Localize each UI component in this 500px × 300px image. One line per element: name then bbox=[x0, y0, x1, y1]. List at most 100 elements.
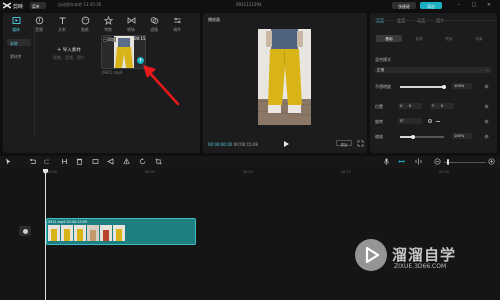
shortcut-button[interactable]: 快捷键 bbox=[392, 2, 416, 9]
x-label: X bbox=[400, 104, 403, 109]
position-x-input[interactable]: X 0 bbox=[398, 103, 422, 109]
ruler-tick: 00:00 bbox=[47, 170, 57, 174]
watermark-title: 溜溜自学 bbox=[392, 246, 457, 264]
tab-label: 贴纸 bbox=[81, 27, 89, 32]
close-icon[interactable]: × bbox=[485, 2, 493, 9]
track-cover-button[interactable] bbox=[19, 226, 31, 236]
player-timecode: 00:00:00:00 00:00:15:09 bbox=[208, 142, 258, 147]
adjust-icon bbox=[173, 18, 181, 23]
app-logo-icon bbox=[3, 2, 11, 9]
tab-label: 文本 bbox=[58, 27, 66, 32]
blend-mode-label: 混合模式 bbox=[375, 57, 391, 62]
play-icon[interactable] bbox=[282, 140, 290, 148]
opacity-slider-knob[interactable] bbox=[442, 84, 446, 89]
undo-icon[interactable] bbox=[29, 158, 36, 165]
playhead-line[interactable] bbox=[45, 170, 46, 300]
thumbnail-filename: 0921.mp4 bbox=[102, 70, 123, 75]
reverse-icon[interactable] bbox=[107, 158, 114, 165]
scale-slider-knob[interactable] bbox=[411, 134, 416, 139]
tab-filter[interactable]: 滤镜 bbox=[143, 15, 165, 35]
opacity-input[interactable]: 100% bbox=[452, 83, 472, 89]
preview-axis-icon[interactable] bbox=[415, 158, 422, 165]
scale-input[interactable]: 100% bbox=[452, 133, 472, 139]
tab-adjust[interactable]: 调节 bbox=[166, 15, 188, 35]
minimize-icon[interactable]: – bbox=[455, 2, 463, 9]
subtab-basic[interactable]: 基础 bbox=[376, 35, 402, 42]
subtab-background[interactable]: 背景 bbox=[466, 35, 492, 42]
watermark-logo-icon bbox=[355, 239, 387, 271]
media-source-nav: 本地 素材库 bbox=[3, 25, 35, 137]
effects-icon bbox=[103, 16, 113, 25]
redo-icon[interactable] bbox=[44, 158, 51, 165]
ruler-tick: 00:10 bbox=[243, 170, 253, 174]
import-label: + 导入素材 bbox=[57, 48, 81, 54]
position-y-input[interactable]: Y 0 bbox=[430, 103, 454, 109]
fullscreen-icon[interactable] bbox=[357, 140, 364, 147]
maximize-icon[interactable]: □ bbox=[470, 2, 478, 9]
delete-icon[interactable] bbox=[76, 158, 83, 165]
tab-effects[interactable]: 特效 bbox=[97, 15, 119, 35]
red-arrow-annotation bbox=[143, 65, 180, 106]
subtab-cutout[interactable]: 抠像 bbox=[406, 35, 432, 42]
split-icon[interactable] bbox=[61, 158, 68, 165]
video-preview[interactable] bbox=[258, 29, 311, 125]
clip-label: 0921.mp4 00:00:15:09 bbox=[48, 219, 88, 224]
inspector-subtabs: 基础 抠像 蒙版 背景 bbox=[372, 13, 495, 42]
current-time: 00:00:00:00 bbox=[208, 142, 233, 147]
import-text: 导入素材 bbox=[62, 48, 81, 53]
aspect-ratio-button[interactable]: 原始 bbox=[336, 140, 352, 147]
import-hint: 视频、音频、图片 bbox=[53, 55, 85, 60]
total-time-value: 00:00:15:09 bbox=[233, 142, 259, 147]
rotate-clip-icon[interactable] bbox=[139, 158, 146, 165]
opacity-label: 不透明度 bbox=[375, 84, 391, 89]
import-area[interactable]: + 导入素材 视频、音频、图片 bbox=[45, 43, 95, 71]
mirror-icon[interactable] bbox=[123, 158, 130, 165]
microphone-icon[interactable] bbox=[383, 158, 390, 165]
blend-mode-select[interactable]: 正常 ⌄ bbox=[375, 67, 491, 73]
app-name: 剪映 bbox=[13, 4, 24, 10]
subtab-mask[interactable]: 蒙版 bbox=[436, 35, 462, 42]
tab-label: 转场 bbox=[127, 27, 135, 32]
opacity-slider-fill bbox=[400, 86, 444, 88]
watermark-url: ZIXUE.3D66.COM bbox=[394, 263, 447, 270]
tab-sticker[interactable]: 贴纸 bbox=[74, 15, 96, 35]
x-value: 0 bbox=[409, 104, 412, 109]
chevron-down-icon: ⌄ bbox=[485, 67, 489, 72]
link-icon[interactable] bbox=[398, 158, 405, 165]
media-icon bbox=[12, 17, 20, 24]
zoom-slider[interactable] bbox=[444, 161, 486, 163]
nav-local[interactable]: 本地 bbox=[7, 39, 31, 46]
project-title: 0921111294 bbox=[236, 2, 262, 8]
nav-material-library[interactable]: 素材库 bbox=[7, 52, 31, 59]
blend-mode-value: 正常 bbox=[377, 68, 385, 73]
export-button[interactable]: 导出 bbox=[420, 2, 442, 9]
transition-icon bbox=[127, 17, 135, 24]
ruler-tick: 00:15 bbox=[341, 170, 351, 174]
tab-text[interactable]: 文本 bbox=[51, 15, 73, 35]
audio-icon bbox=[35, 16, 43, 25]
cover-icon bbox=[22, 228, 28, 234]
rotate-input[interactable]: 0° bbox=[398, 118, 422, 124]
tab-label: 特效 bbox=[104, 27, 112, 32]
tab-transition[interactable]: 转场 bbox=[120, 15, 142, 35]
text-icon bbox=[59, 17, 65, 24]
watermark-play-icon bbox=[365, 246, 380, 264]
select-cursor-icon[interactable] bbox=[5, 158, 12, 165]
freeze-frame-icon[interactable] bbox=[92, 158, 99, 165]
zoom-out-icon[interactable] bbox=[434, 158, 441, 165]
crop-icon[interactable] bbox=[155, 158, 162, 165]
sticker-icon bbox=[81, 16, 89, 25]
rotate-icon[interactable] bbox=[428, 119, 432, 123]
menu-button[interactable]: 菜单 bbox=[30, 2, 46, 9]
zoom-in-icon[interactable] bbox=[488, 158, 495, 165]
flip-icon[interactable] bbox=[436, 120, 440, 122]
rotate-label: 旋转 bbox=[375, 119, 383, 124]
zoom-slider-knob[interactable] bbox=[447, 159, 449, 165]
timeline-ruler bbox=[46, 168, 500, 176]
tab-label: 调节 bbox=[173, 27, 181, 32]
video-frame-image bbox=[258, 29, 311, 125]
player-title: 播放器 bbox=[208, 17, 220, 22]
timeline-toolbar bbox=[0, 156, 500, 168]
y-label: Y bbox=[432, 104, 435, 109]
autosave-status: 自动保存本地 13:45:36 bbox=[58, 2, 102, 8]
